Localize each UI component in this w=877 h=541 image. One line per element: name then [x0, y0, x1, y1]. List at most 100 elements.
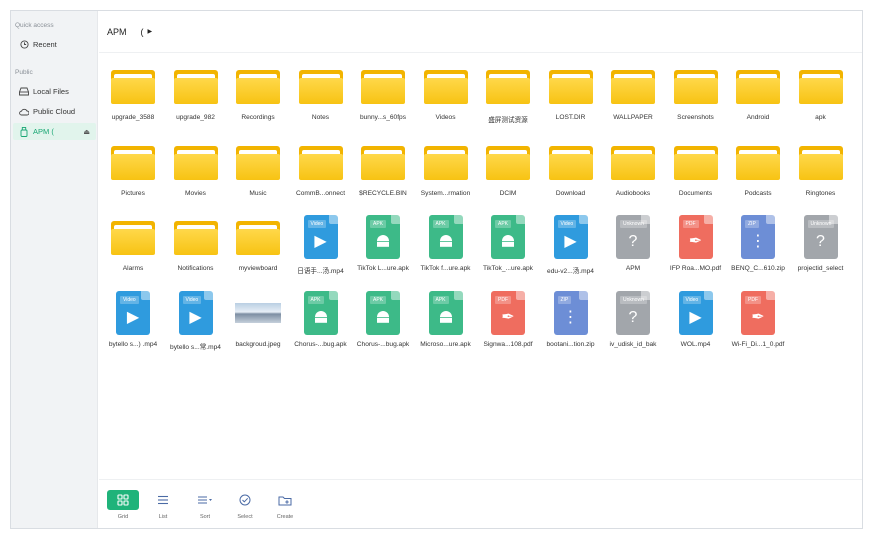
file-name-label: edu-v2...汤.mp4: [547, 268, 594, 275]
usb-drive-icon: [19, 126, 29, 137]
folder-item[interactable]: Videos: [414, 56, 478, 128]
file-item[interactable]: APK TikTok L...ure.apk: [351, 207, 415, 279]
folder-item[interactable]: Audiobooks: [601, 132, 665, 204]
sidebar-item-apm[interactable]: APM ( ⏏: [13, 123, 96, 140]
file-type-tag: Unknown: [620, 295, 647, 304]
folder-icon: [798, 140, 844, 186]
file-name-label: TikTok L...ure.apk: [357, 265, 409, 272]
folder-icon: [423, 140, 469, 186]
folder-item[interactable]: bunny...s_60fps: [351, 56, 415, 128]
file-name-label: Chorus-...bug.apk: [356, 340, 410, 348]
folder-item[interactable]: Android: [726, 56, 790, 128]
folder-icon: [673, 140, 719, 186]
grid-view-icon: [107, 490, 139, 510]
file-item[interactable]: ZIP ⋮ BENQ_C...610.zip: [726, 207, 790, 279]
file-name-label: Signwa...108.pdf: [483, 340, 533, 348]
folder-item[interactable]: $RECYCLE.BIN: [351, 132, 415, 204]
file-item[interactable]: Unknown? APM: [601, 207, 665, 279]
folder-item[interactable]: Podcasts: [726, 132, 790, 204]
chevron-right-icon[interactable]: ▶: [148, 28, 153, 35]
grid-view-button[interactable]: Grid: [107, 490, 139, 524]
select-button[interactable]: Select: [229, 490, 261, 524]
file-item[interactable]: Video ▶ 日语手...汤.mp4: [289, 207, 353, 279]
folder-item[interactable]: System...rmation: [414, 132, 478, 204]
clock-icon: [19, 40, 29, 50]
file-item[interactable]: Video ▶ bytello s...) .mp4: [101, 283, 165, 355]
file-name-label: $RECYCLE.BIN: [359, 189, 407, 197]
folder-icon: [235, 140, 281, 186]
folder-item[interactable]: Recordings: [226, 56, 290, 128]
pdf-file-icon: PDF ✒: [673, 215, 719, 261]
file-item[interactable]: backgroud.jpeg: [226, 283, 290, 355]
file-name-label: WALLPAPER: [613, 114, 653, 121]
file-item[interactable]: PDF ✒ Signwa...108.pdf: [476, 283, 540, 355]
sidebar-item-public-cloud[interactable]: Public Cloud: [13, 103, 96, 120]
sort-icon: [189, 490, 221, 510]
file-name-label: TikTok_...ure.apk: [483, 265, 533, 272]
folder-item[interactable]: Alarms: [101, 207, 165, 279]
file-item[interactable]: Unknown? iv_udisk_id_bak: [601, 283, 665, 355]
folder-icon: [485, 64, 531, 110]
folder-item[interactable]: apk: [789, 56, 853, 128]
folder-item[interactable]: upgrade_982: [164, 56, 228, 128]
apk-file-icon: APK: [360, 215, 406, 261]
folder-item[interactable]: Download: [539, 132, 603, 204]
folder-item[interactable]: Pictures: [101, 132, 165, 204]
file-item[interactable]: Video ▶ edu-v2...汤.mp4: [539, 207, 603, 279]
file-item[interactable]: APK TikTok_...ure.apk: [476, 207, 540, 279]
file-item[interactable]: APK TikTok f...ure.apk: [414, 207, 478, 279]
file-item[interactable]: Video ▶ WOL.mp4: [664, 283, 728, 355]
file-item[interactable]: Video ▶ bytello s...常.mp4: [164, 283, 228, 355]
folder-item[interactable]: Screenshots: [664, 56, 728, 128]
folder-item[interactable]: Notifications: [164, 207, 228, 279]
file-item[interactable]: ZIP ⋮ bootani...tion.zip: [539, 283, 603, 355]
folder-item[interactable]: Movies: [164, 132, 228, 204]
file-type-tag: Unknown: [620, 220, 647, 228]
file-name-label: CommB...onnect: [295, 189, 346, 197]
apk-file-icon: APK: [423, 215, 469, 261]
video-file-icon: Video ▶: [110, 290, 156, 337]
file-item[interactable]: Unknown? projectid_select: [789, 207, 853, 279]
folder-item[interactable]: CommB...onnect: [289, 132, 353, 204]
file-item[interactable]: PDF ✒ IFP Roa...MO.pdf: [664, 207, 728, 279]
image-thumbnail: [235, 291, 281, 337]
file-type-tag: APK: [370, 295, 387, 304]
folder-item[interactable]: Notes: [289, 56, 353, 128]
sort-button[interactable]: Sort: [189, 490, 221, 524]
apk-file-icon: APK: [360, 290, 406, 337]
folder-item[interactable]: 盛屏测试资源: [476, 56, 540, 128]
breadcrumb-item-apm[interactable]: APM: [107, 27, 127, 37]
folder-icon: [423, 64, 469, 110]
file-item[interactable]: APK Chorus-...bug.apk: [289, 283, 353, 355]
file-name-label: Notifications: [177, 265, 214, 272]
folder-item[interactable]: DCIM: [476, 132, 540, 204]
folder-item[interactable]: Ringtones: [789, 132, 853, 204]
public-heading: Public: [15, 69, 33, 76]
list-view-button[interactable]: List: [147, 490, 179, 524]
folder-icon: [485, 140, 531, 186]
file-name-label: apk: [815, 114, 826, 121]
sidebar-item-local-files[interactable]: Local Files: [13, 83, 96, 100]
file-name-label: iv_udisk_id_bak: [609, 340, 657, 348]
file-item[interactable]: PDF ✒ Wi-Fi_Di...1_0.pdf: [726, 283, 790, 355]
eject-icon[interactable]: ⏏: [83, 128, 90, 136]
file-item[interactable]: APK Chorus-...bug.apk: [351, 283, 415, 355]
folder-item[interactable]: Music: [226, 132, 290, 204]
folder-item[interactable]: myviewboard: [226, 207, 290, 279]
folder-icon: [610, 140, 656, 186]
file-name-label: Chorus-...bug.apk: [294, 340, 347, 348]
file-item[interactable]: APK Microso...ure.apk: [414, 283, 478, 355]
folder-item[interactable]: LOST.DIR: [539, 56, 603, 128]
file-name-label: Microso...ure.apk: [420, 340, 471, 348]
file-name-label: bytello s...常.mp4: [170, 343, 221, 351]
folder-icon: [173, 64, 219, 110]
sidebar: Quick access Recent Public Local Files P…: [11, 11, 98, 528]
folder-icon: [110, 64, 156, 110]
folder-item[interactable]: upgrade_3588: [101, 56, 165, 128]
pdf-file-icon: PDF ✒: [735, 290, 781, 337]
create-folder-button[interactable]: Create: [269, 490, 301, 524]
file-name-label: bootani...tion.zip: [546, 340, 595, 348]
sidebar-item-recent[interactable]: Recent: [13, 36, 96, 53]
folder-item[interactable]: WALLPAPER: [601, 56, 665, 128]
folder-item[interactable]: Documents: [664, 132, 728, 204]
